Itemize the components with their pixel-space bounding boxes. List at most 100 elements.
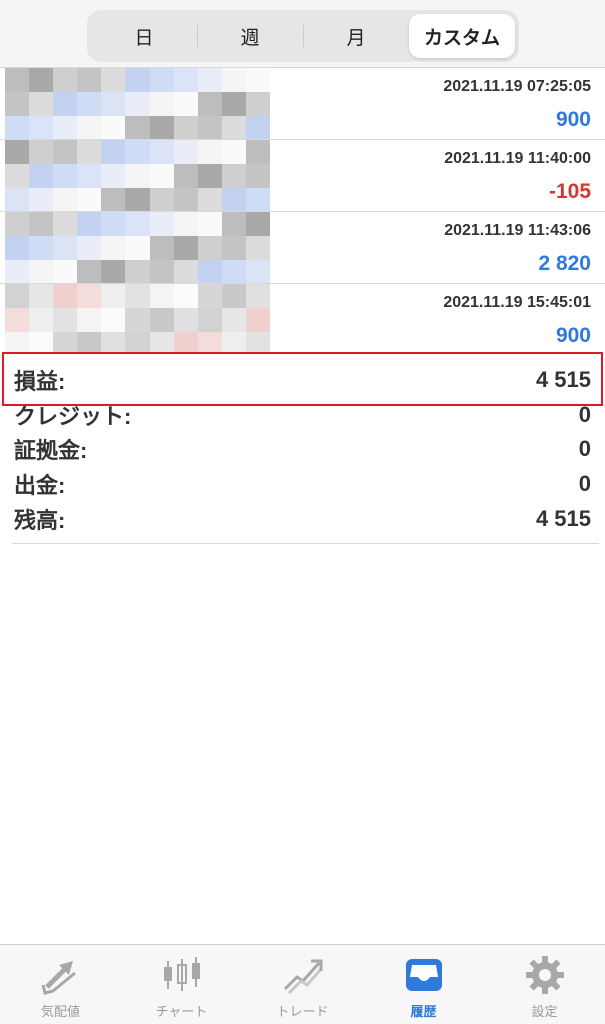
tab-trade[interactable]: トレード — [242, 945, 363, 1024]
mosaic-cell — [101, 164, 126, 188]
mosaic-cell — [197, 260, 222, 284]
mosaic-cell — [125, 116, 150, 140]
mosaic-cell — [197, 308, 222, 332]
mosaic-cell — [173, 188, 198, 212]
mosaic-cell — [29, 92, 54, 116]
deal-row[interactable]: 2021.11.19 07:25:05 900 — [0, 68, 605, 140]
mosaic-cell — [29, 68, 54, 92]
tab-trade-label: トレード — [276, 1004, 329, 1019]
mosaic-cell — [77, 68, 102, 92]
mosaic-cell — [125, 92, 150, 116]
period-segmented-control: 日 週 月 カスタム — [87, 10, 519, 62]
mosaic-cell — [149, 236, 174, 260]
mosaic-cell — [149, 68, 174, 92]
deal-row[interactable]: 2021.11.19 15:45:01 900 — [0, 284, 605, 356]
summary-profit: 損益: 4 515 — [14, 363, 591, 397]
mosaic-cell — [77, 164, 102, 188]
mosaic-cell — [173, 92, 198, 116]
mosaic-cell — [101, 236, 126, 260]
period-selector-bar: 日 週 月 カスタム — [0, 0, 605, 68]
tab-settings-label: 設定 — [531, 1004, 558, 1019]
mosaic-cell — [245, 260, 270, 284]
tab-chart-label: チャート — [155, 1004, 208, 1019]
mosaic-cell — [221, 212, 246, 236]
mosaic-cell — [125, 68, 150, 92]
mosaic-cell — [125, 164, 150, 188]
mosaic-cell — [101, 284, 126, 308]
tab-chart[interactable]: チャート — [121, 945, 242, 1024]
summary-balance: 残高: 4 515 — [14, 502, 591, 536]
mosaic-cell — [101, 92, 126, 116]
tab-day[interactable]: 日 — [91, 14, 197, 58]
mosaic-cell — [173, 284, 198, 308]
mosaic-cell — [125, 308, 150, 332]
mosaic-cell — [29, 260, 54, 284]
mosaic-cell — [197, 140, 222, 164]
deal-row[interactable]: 2021.11.19 11:40:00 -105 — [0, 140, 605, 212]
mosaic-cell — [221, 68, 246, 92]
mosaic-cell — [29, 164, 54, 188]
quotes-arrows-icon — [41, 961, 76, 995]
blurred-symbol-info — [5, 284, 270, 356]
blurred-symbol-info — [5, 212, 270, 284]
mosaic-cell — [29, 116, 54, 140]
tab-week[interactable]: 週 — [197, 14, 303, 58]
mosaic-cell — [53, 164, 78, 188]
mosaic-cell — [77, 116, 102, 140]
candlestick-icon — [163, 957, 200, 991]
tab-custom[interactable]: カスタム — [409, 14, 515, 58]
mosaic-cell — [77, 92, 102, 116]
tab-month[interactable]: 月 — [303, 14, 409, 58]
mosaic-cell — [197, 68, 222, 92]
mosaic-cell — [77, 140, 102, 164]
balance-label: 残高: — [14, 508, 66, 533]
deposit-value: 0 — [578, 436, 591, 461]
mosaic-cell — [101, 188, 126, 212]
mosaic-cell — [245, 92, 270, 116]
bottom-tab-bar: 気配値 チャート トレード 履歴 設定 — [0, 944, 605, 1024]
mosaic-cell — [125, 212, 150, 236]
tab-settings[interactable]: 設定 — [484, 945, 605, 1024]
mosaic-cell — [125, 284, 150, 308]
mosaic-cell — [29, 140, 54, 164]
mosaic-cell — [5, 164, 30, 188]
tab-quotes[interactable]: 気配値 — [0, 945, 121, 1024]
mosaic-cell — [53, 236, 78, 260]
mosaic-cell — [149, 212, 174, 236]
mosaic-cell — [221, 116, 246, 140]
mosaic-cell — [245, 236, 270, 260]
mosaic-cell — [245, 140, 270, 164]
mosaic-cell — [149, 140, 174, 164]
mosaic-cell — [53, 284, 78, 308]
deal-amount: 2 820 — [538, 252, 591, 275]
mosaic-cell — [197, 188, 222, 212]
mosaic-cell — [197, 164, 222, 188]
mosaic-cell — [5, 140, 30, 164]
mosaic-cell — [173, 68, 198, 92]
mosaic-cell — [77, 284, 102, 308]
mosaic-cell — [5, 236, 30, 260]
mosaic-cell — [5, 284, 30, 308]
deal-row[interactable]: 2021.11.19 11:43:06 2 820 — [0, 212, 605, 284]
deal-amount: 900 — [555, 108, 591, 131]
mosaic-cell — [53, 92, 78, 116]
mosaic-cell — [197, 92, 222, 116]
withdrawal-value: 0 — [578, 471, 591, 496]
mosaic-cell — [53, 212, 78, 236]
mosaic-cell — [149, 308, 174, 332]
mosaic-cell — [197, 284, 222, 308]
mosaic-cell — [101, 140, 126, 164]
mosaic-cell — [221, 236, 246, 260]
blurred-symbol-info — [5, 68, 270, 140]
mosaic-cell — [245, 188, 270, 212]
tab-history[interactable]: 履歴 — [363, 945, 484, 1024]
mosaic-cell — [149, 284, 174, 308]
inbox-tray-icon — [405, 959, 442, 991]
mosaic-cell — [173, 116, 198, 140]
trade-trend-icon — [283, 959, 322, 995]
mosaic-cell — [29, 284, 54, 308]
gear-icon — [525, 956, 564, 994]
deal-time: 2021.11.19 07:25:05 — [443, 78, 591, 95]
mosaic-cell — [53, 140, 78, 164]
mosaic-cell — [101, 212, 126, 236]
